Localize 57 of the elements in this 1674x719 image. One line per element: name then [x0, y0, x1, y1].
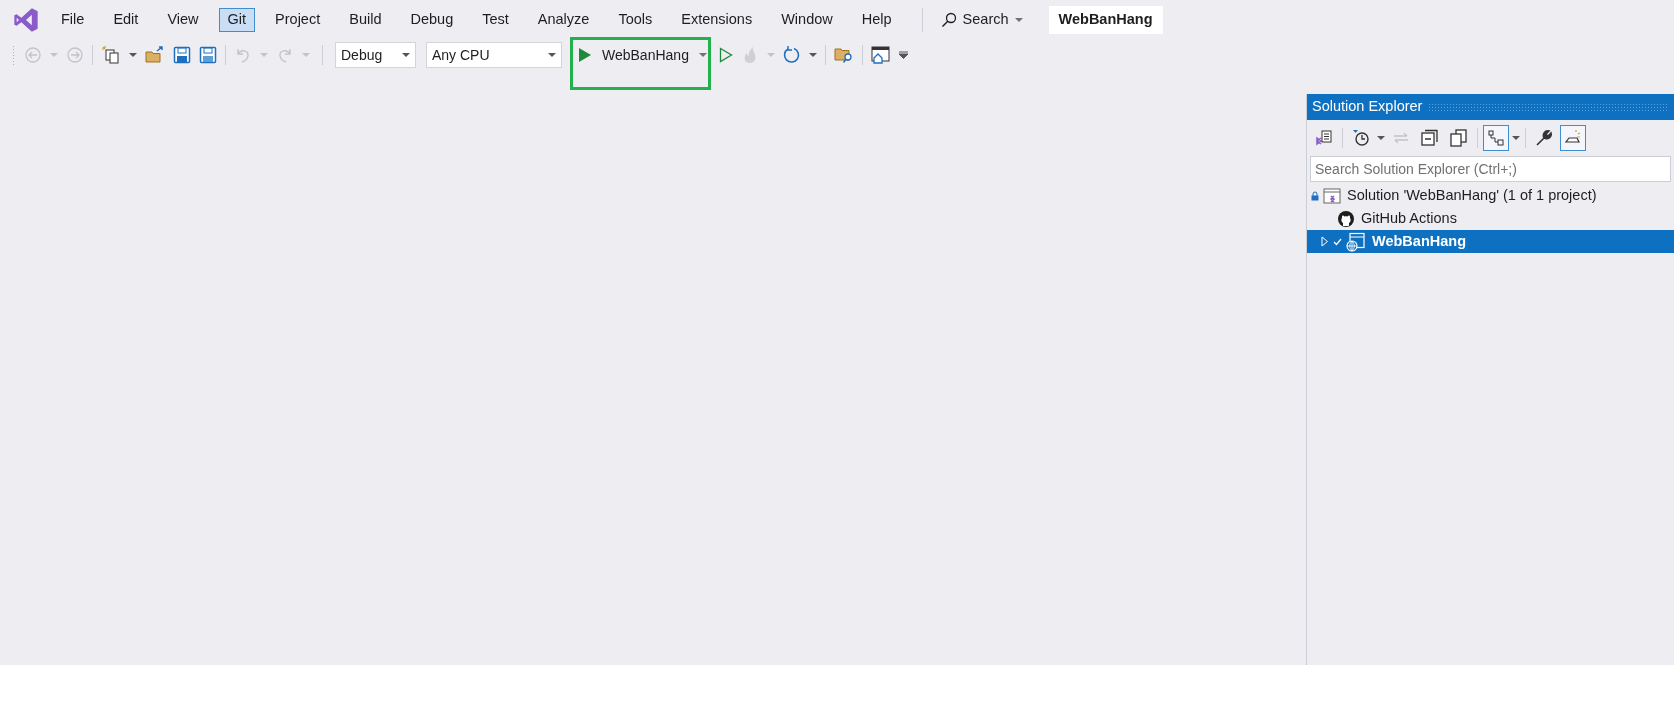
menu-item[interactable]: Analyze	[528, 8, 599, 32]
tree-item[interactable]: WebBanHang	[1307, 230, 1674, 253]
caret-icon	[1014, 17, 1023, 23]
caret-icon[interactable]	[1377, 135, 1385, 141]
search-field[interactable]: Search Solution Explorer (Ctrl+;)	[1310, 156, 1671, 182]
new-project-icon[interactable]	[101, 45, 121, 65]
save-all-icon[interactable]	[199, 46, 217, 64]
check-icon	[1333, 237, 1342, 246]
start-without-debugging-icon[interactable]	[719, 47, 733, 63]
solution-icon	[1323, 186, 1341, 205]
menu-item[interactable]: Debug	[401, 8, 463, 32]
caret-icon	[698, 52, 707, 58]
caret-icon[interactable]	[129, 52, 137, 58]
web-project-icon	[1346, 231, 1366, 252]
collapsed-icon[interactable]	[1321, 236, 1329, 247]
menu-item[interactable]: Window	[772, 8, 842, 32]
search-icon	[940, 12, 957, 28]
tree-item[interactable]: GitHub Actions	[1307, 207, 1674, 230]
window-home-icon[interactable]	[871, 45, 891, 65]
open-folder-icon[interactable]	[145, 46, 165, 64]
switch-views-icon	[1315, 129, 1333, 147]
menu-item[interactable]: Build	[340, 8, 391, 32]
hierarchy-icon	[1487, 129, 1505, 147]
menu-item[interactable]: Git	[218, 8, 256, 32]
solution-name: WebBanHang	[1048, 6, 1163, 34]
caret-icon	[548, 52, 556, 58]
hierarchy-button[interactable]	[1483, 125, 1509, 151]
configuration-dropdown[interactable]: Debug	[335, 42, 416, 68]
search-button[interactable]: Search	[932, 7, 1031, 33]
menu-item[interactable]: Project	[266, 8, 330, 32]
platform-dropdown[interactable]: Any CPU	[426, 42, 562, 68]
menu-item[interactable]: Help	[852, 8, 901, 32]
menu-item[interactable]: Extensions	[672, 8, 762, 32]
collapse-all-icon	[1421, 129, 1439, 147]
play-icon	[578, 47, 592, 63]
run-button[interactable]: WebBanHang	[578, 42, 707, 68]
lock-icon	[1311, 190, 1319, 201]
copy-icon	[1450, 129, 1468, 147]
toolbar-grip[interactable]	[12, 45, 16, 65]
menu-item[interactable]: Test	[473, 8, 518, 32]
github-icon	[1337, 209, 1355, 228]
menu-item[interactable]: File	[52, 8, 94, 32]
overflow-icon[interactable]	[899, 51, 908, 59]
folder-search-icon[interactable]	[834, 46, 854, 64]
wrench-icon	[1535, 129, 1553, 147]
panel-title: Solution Explorer	[1312, 97, 1423, 117]
caret-icon[interactable]	[809, 52, 817, 58]
menu-item[interactable]: Tools	[609, 8, 662, 32]
menu-item[interactable]: View	[158, 8, 208, 32]
clock-icon	[1352, 129, 1370, 147]
save-icon[interactable]	[173, 46, 191, 64]
menu-item[interactable]: Edit	[104, 8, 148, 32]
caret-icon	[402, 52, 410, 58]
app-logo-icon[interactable]	[12, 6, 40, 34]
refresh-icon[interactable]	[783, 46, 801, 64]
caret-icon[interactable]	[1512, 135, 1520, 141]
tree-item[interactable]: Solution 'WebBanHang' (1 of 1 project)	[1307, 184, 1674, 207]
